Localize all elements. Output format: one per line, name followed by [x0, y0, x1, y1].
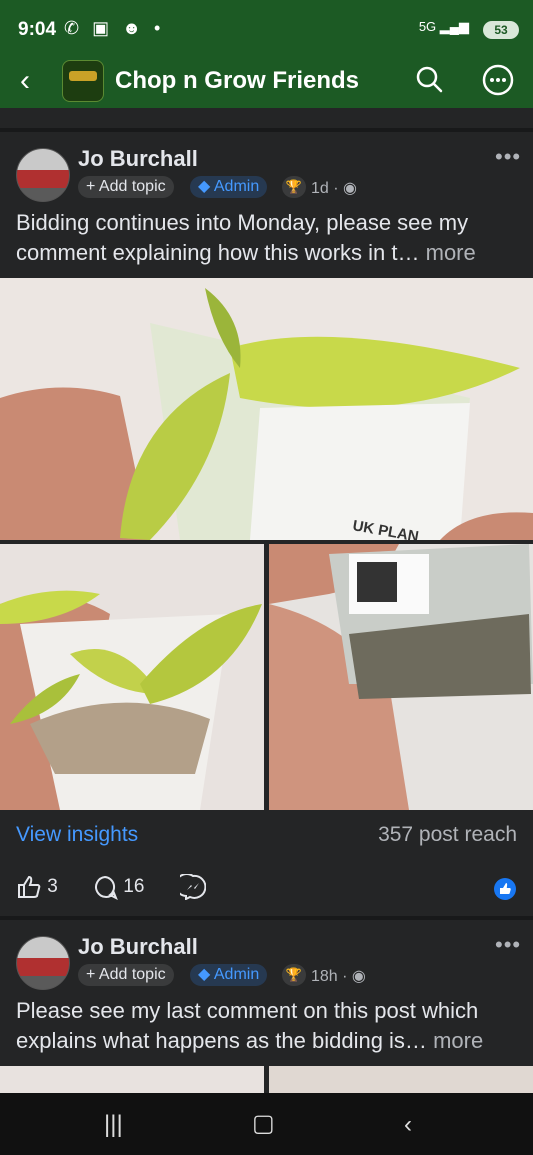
like-count: 3	[47, 876, 58, 898]
plant-photo-1: UK PLAN	[0, 278, 533, 540]
like-reaction-icon[interactable]	[494, 878, 516, 900]
post-photo-1[interactable]	[0, 1066, 264, 1093]
back-arrow-icon[interactable]: ‹	[20, 66, 30, 96]
avatar[interactable]	[16, 148, 70, 202]
messenger-share-button[interactable]	[174, 873, 207, 901]
post-time: 18h · ◉	[311, 968, 366, 985]
post-photo-2[interactable]	[269, 1066, 533, 1093]
admin-badge: ◆ Admin	[190, 964, 268, 986]
group-logo[interactable]	[62, 60, 104, 102]
post-body: Please see my last comment on this post …	[16, 998, 484, 1053]
post-photo-3[interactable]	[269, 544, 533, 810]
previous-post-edge	[0, 108, 533, 130]
add-topic-button[interactable]: + Add topic	[78, 964, 174, 986]
app-bar: ‹ Chop n Grow Friends	[0, 58, 533, 108]
admin-badge: ◆ Admin	[190, 176, 268, 198]
post-reach: 357 post reach	[378, 823, 517, 846]
audience-icon: ◉	[343, 180, 357, 197]
thumbs-up-icon	[18, 875, 41, 898]
view-insights-link[interactable]: View insights	[16, 823, 138, 847]
like-button[interactable]: 3	[16, 874, 58, 900]
post-time: 1d · ◉	[311, 180, 357, 197]
add-topic-button[interactable]: + Add topic	[78, 176, 174, 198]
trophy-icon: 🏆	[282, 964, 306, 986]
comment-icon	[95, 875, 118, 901]
status-bar: 9:04 ✆ ▣ ☻ • 5G ▂▄▆ 53	[0, 0, 533, 58]
recent-apps-icon[interactable]: |||	[104, 1111, 123, 1139]
post-body: Bidding continues into Monday, please se…	[16, 210, 476, 265]
messenger-icon	[174, 873, 207, 901]
plant-photo-2	[0, 544, 264, 810]
battery-indicator: 53	[483, 21, 519, 39]
post-author[interactable]: Jo Burchall	[78, 146, 198, 172]
plant-photo-3	[269, 544, 533, 810]
post-photo-2[interactable]	[0, 544, 264, 810]
network-indicator: 5G ▂▄▆	[418, 19, 469, 34]
comment-count: 16	[123, 876, 145, 898]
post-options-icon[interactable]: •••	[495, 932, 521, 958]
notification-icons: ✆ ▣ ☻ •	[64, 18, 165, 38]
post-photo-1[interactable]: UK PLAN	[0, 278, 533, 540]
post-card: Jo Burchall + Add topic ◆ Admin 🏆 1d · ◉…	[0, 132, 533, 916]
home-icon[interactable]: ▢	[252, 1109, 275, 1138]
system-nav-bar: ||| ▢ ‹	[0, 1093, 533, 1155]
see-more-link[interactable]: more	[433, 1028, 483, 1053]
more-options-icon[interactable]	[482, 64, 514, 96]
search-icon[interactable]	[414, 64, 444, 94]
audience-icon: ◉	[351, 968, 366, 985]
group-title[interactable]: Chop n Grow Friends	[115, 67, 359, 95]
avatar[interactable]	[16, 936, 70, 990]
comment-button[interactable]: 16	[92, 874, 145, 901]
back-icon[interactable]: ‹	[404, 1111, 412, 1139]
post-card: Jo Burchall + Add topic ◆ Admin 🏆 18h · …	[0, 920, 533, 1093]
post-author[interactable]: Jo Burchall	[78, 934, 198, 960]
trophy-icon: 🏆	[282, 176, 306, 198]
post-options-icon[interactable]: •••	[495, 144, 521, 170]
see-more-link[interactable]: more	[426, 240, 476, 265]
status-time: 9:04	[18, 19, 57, 40]
